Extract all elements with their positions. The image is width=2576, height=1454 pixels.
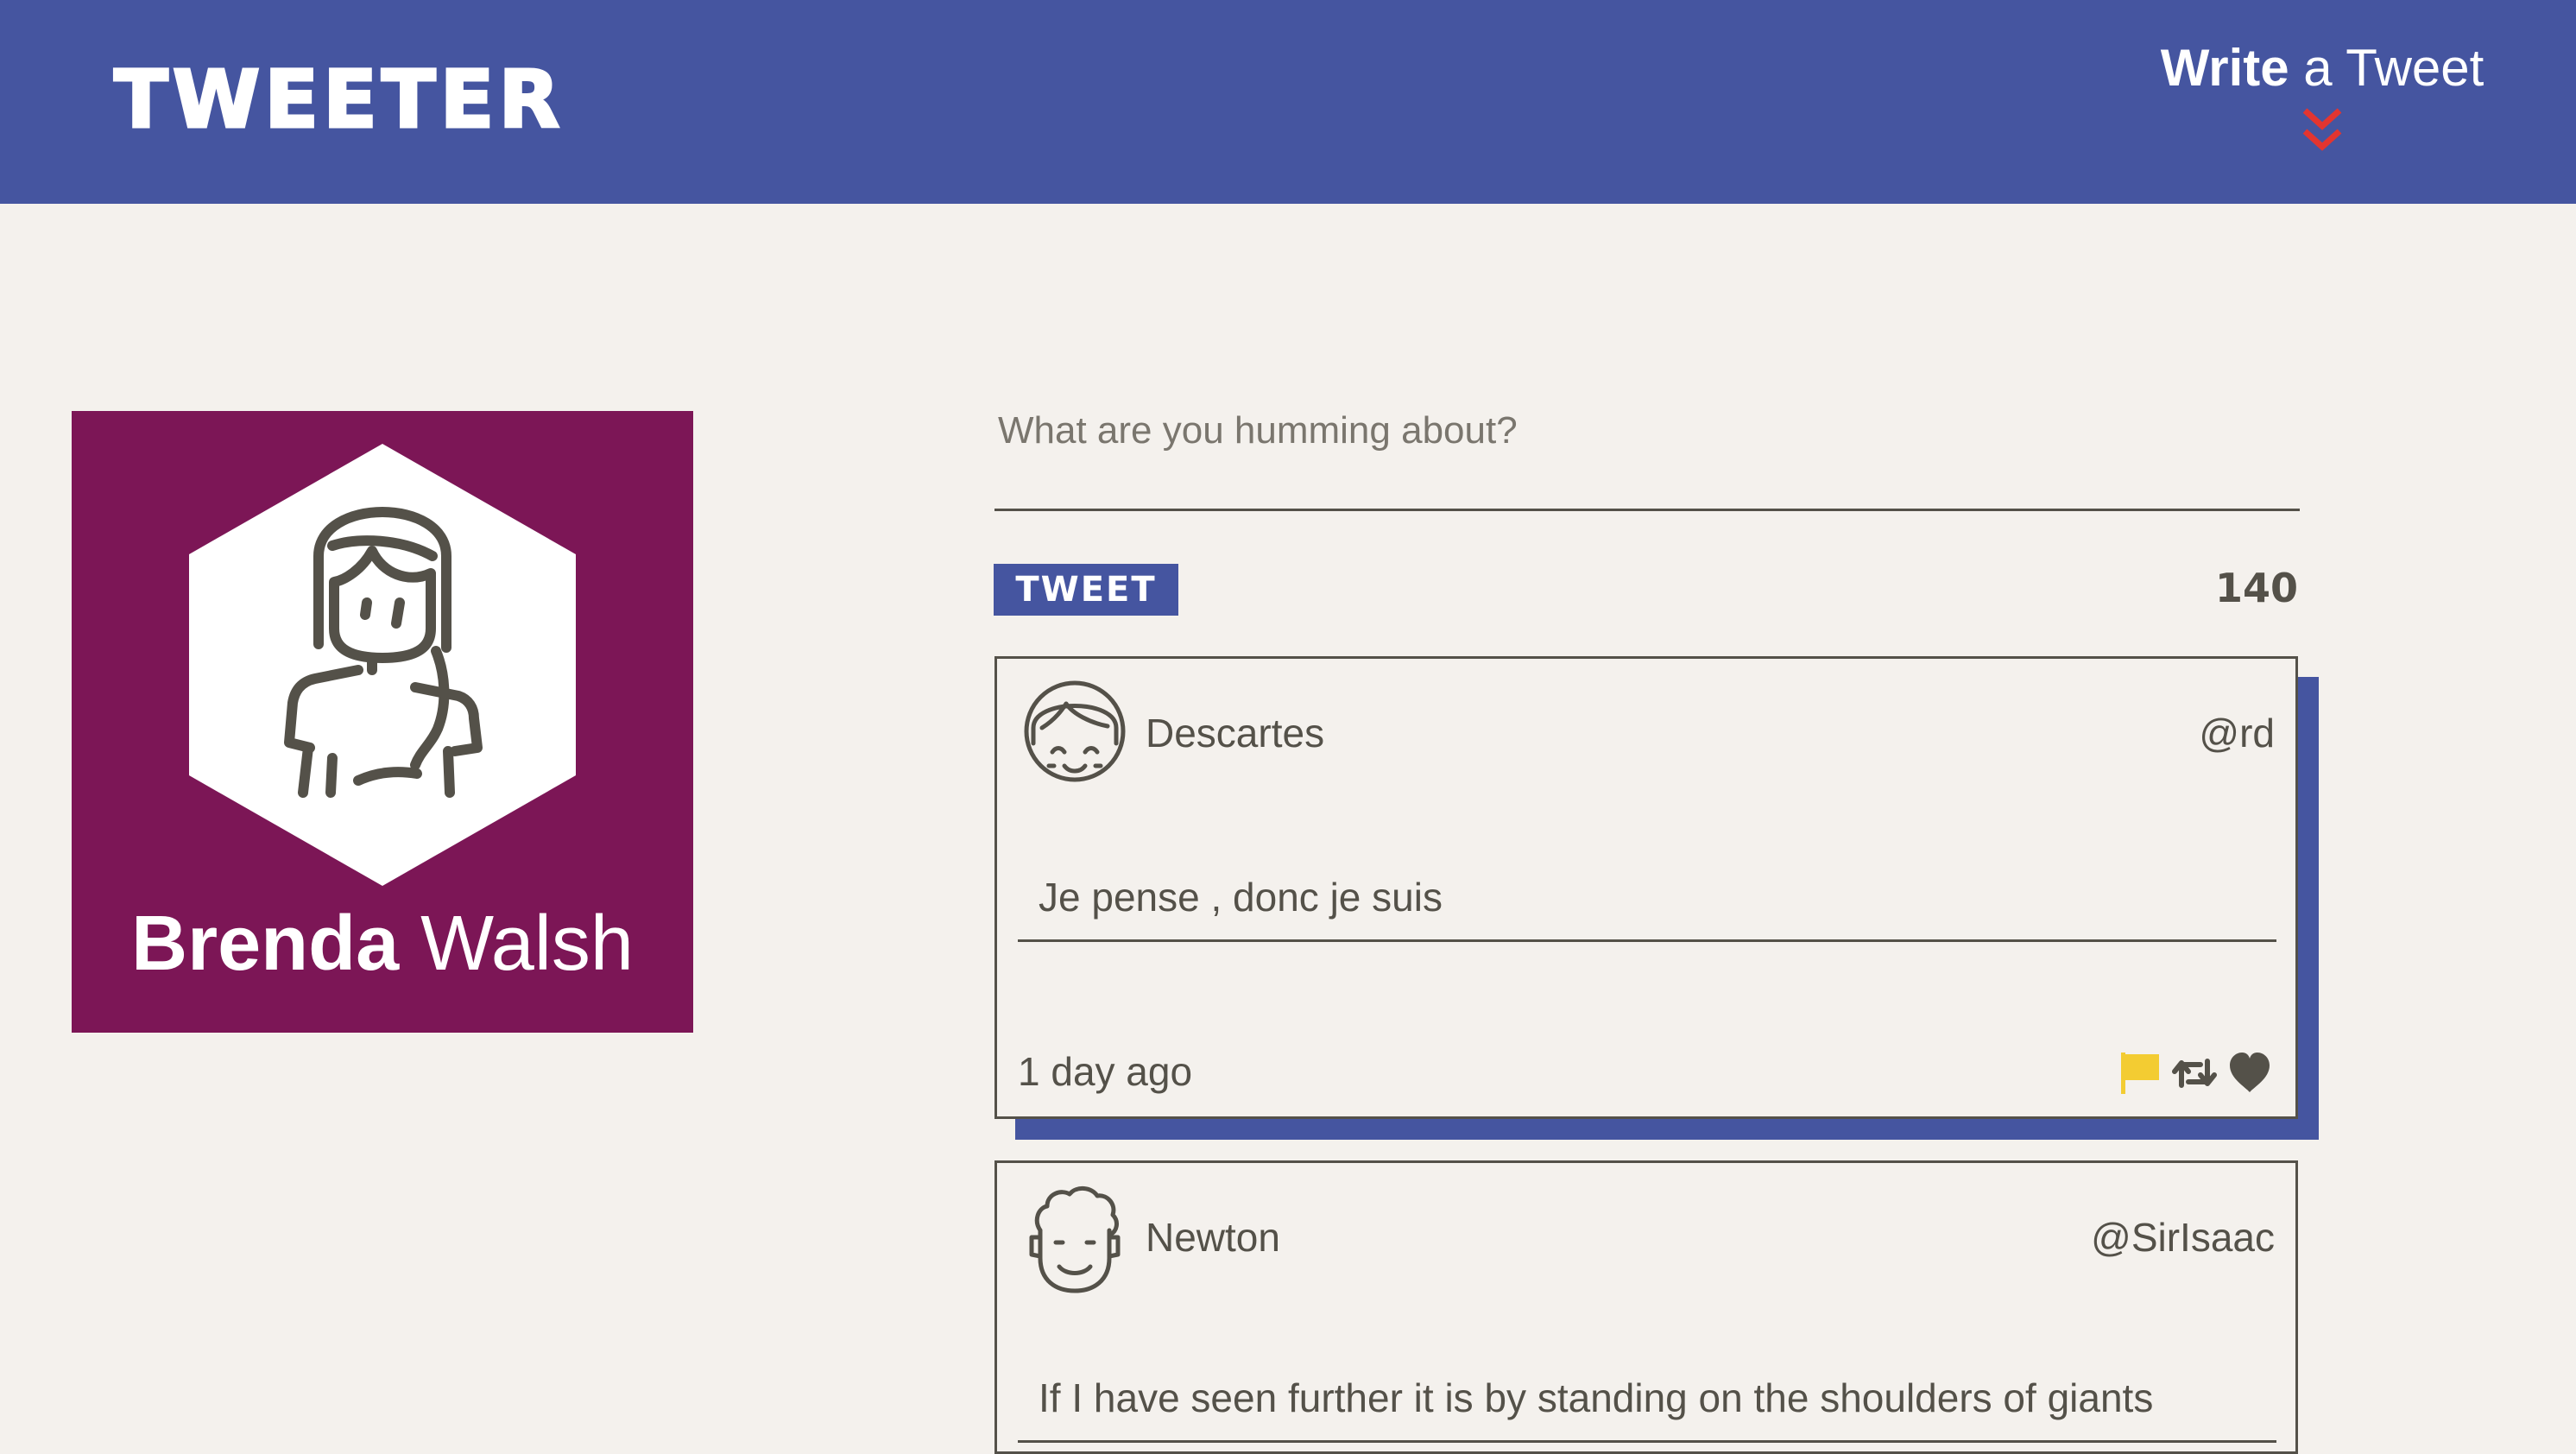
tweet-text: If I have seen further it is by standing… (1018, 1370, 2276, 1443)
heart-icon[interactable] (2226, 1051, 2273, 1096)
write-tweet-toggle[interactable]: Write a Tweet (2141, 31, 2503, 169)
write-tweet-label: Write a Tweet (2141, 31, 2503, 105)
profile-card: Brenda Walsh (72, 411, 693, 1033)
tweet-author-name[interactable]: Newton (1146, 1211, 1280, 1263)
write-tweet-label-rest: a Tweet (2289, 39, 2484, 97)
double-chevron-down-icon (2302, 108, 2342, 151)
tweet-submit-button[interactable]: TWEET (994, 564, 1178, 616)
tweet-card: Descartes @rd Je pense , donc je suis 1 … (994, 656, 2298, 1119)
tweet-author-name[interactable]: Descartes (1146, 707, 1324, 759)
tweet-actions (2118, 1051, 2275, 1096)
tweet-author-handle[interactable]: @SirIsaac (2091, 1211, 2275, 1263)
profile-first-name: Brenda (131, 901, 400, 987)
flag-icon[interactable] (2118, 1051, 2164, 1096)
tweet-timestamp: 1 day ago (1018, 1049, 1193, 1094)
curly-hair-face-avatar-icon (1029, 1186, 1121, 1293)
woman-avatar-icon (189, 444, 576, 886)
profile-name: Brenda Walsh (72, 896, 693, 991)
tweet-composer (994, 380, 2300, 511)
top-nav-bar: TWEETER Write a Tweet (0, 0, 2576, 204)
app-logo[interactable]: TWEETER (112, 55, 564, 144)
girl-face-avatar-icon (1024, 680, 1126, 782)
retweet-icon[interactable] (2171, 1051, 2218, 1096)
write-tweet-label-bold: Write (2160, 39, 2289, 97)
tweet-card: Newton @SirIsaac If I have seen further … (994, 1160, 2298, 1454)
profile-last-name: Walsh (399, 901, 634, 987)
char-counter: 140 (2214, 565, 2298, 611)
tweet-text-input[interactable] (994, 380, 2300, 511)
tweet-text: Je pense , donc je suis (1018, 869, 2276, 942)
tweet-author-handle[interactable]: @rd (2199, 707, 2275, 759)
